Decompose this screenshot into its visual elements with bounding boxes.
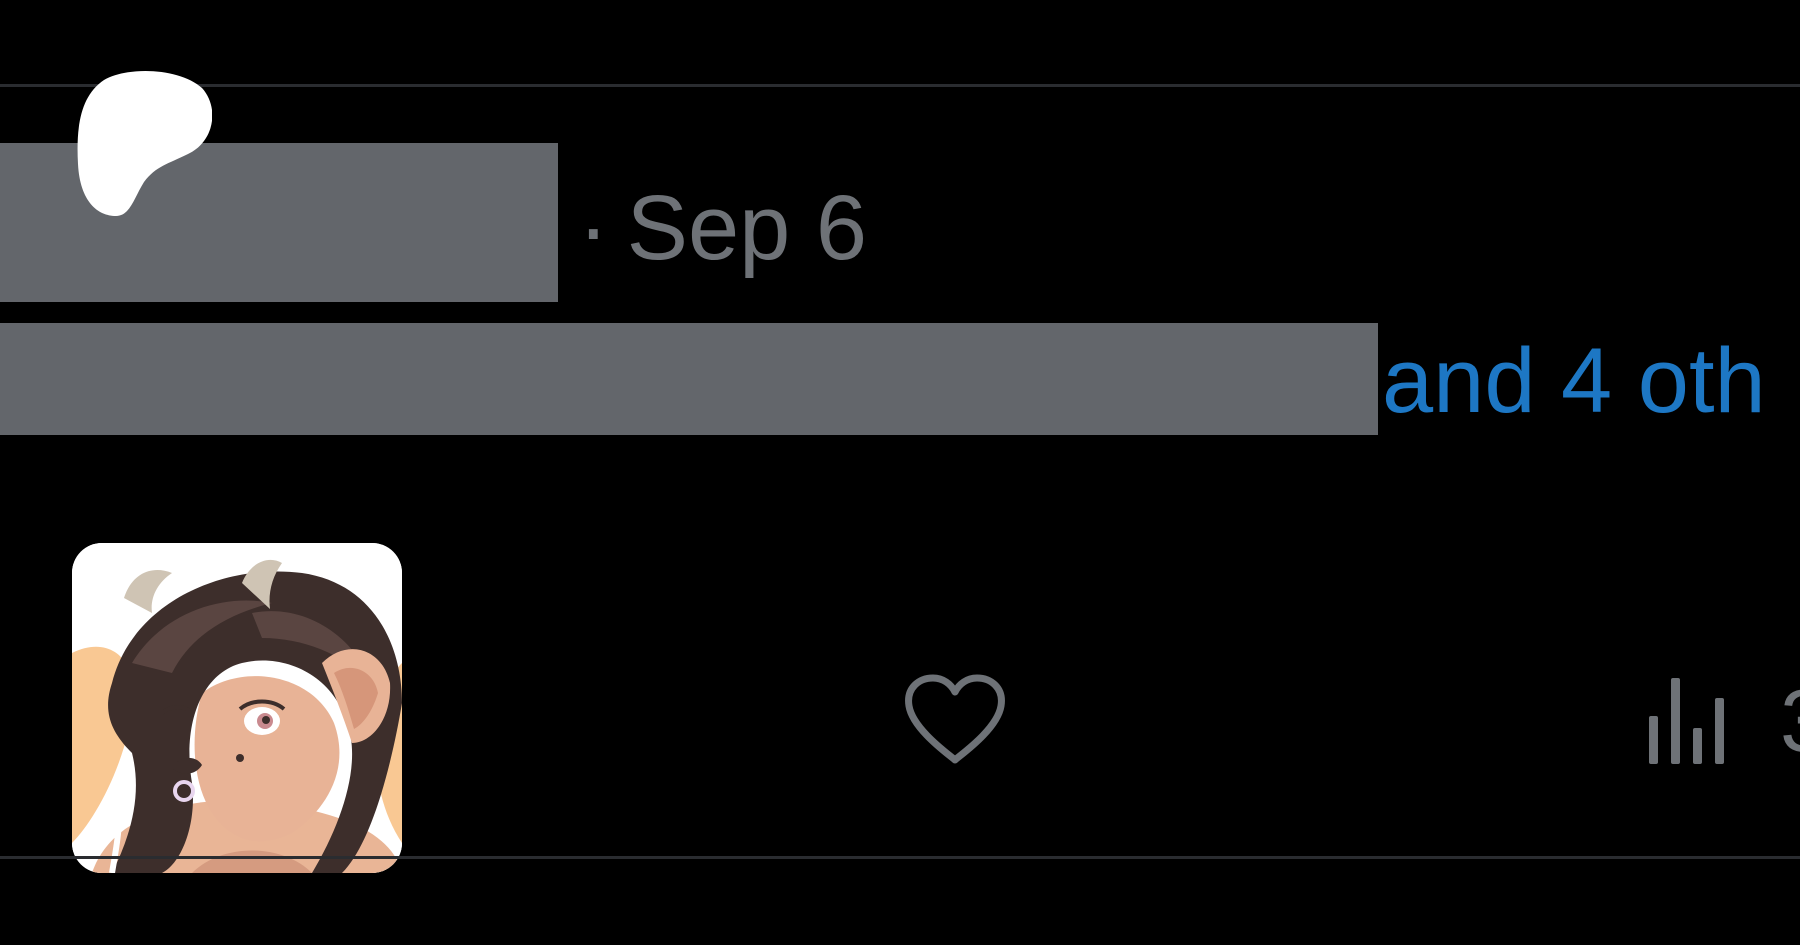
views-count: 3 bbox=[1780, 672, 1800, 770]
avatar-illustration bbox=[72, 543, 402, 873]
analytics-bars-icon bbox=[1649, 678, 1724, 764]
post-screenshot: · Sep 6 and 4 oth bbox=[0, 0, 1800, 945]
bottom-divider bbox=[0, 856, 1800, 859]
patreon-logo-icon bbox=[77, 70, 213, 216]
heart-icon bbox=[905, 674, 1005, 764]
date-separator: · bbox=[578, 177, 609, 279]
patreon-logo bbox=[76, 70, 213, 218]
reply-mention-link[interactable]: and 4 oth bbox=[1382, 326, 1766, 436]
date-text: Sep 6 bbox=[626, 177, 868, 279]
views-button[interactable] bbox=[1646, 672, 1800, 770]
top-divider bbox=[0, 84, 1800, 87]
post-date[interactable]: · Sep 6 bbox=[578, 178, 867, 278]
redacted-reply-to-line bbox=[0, 323, 1378, 435]
avatar[interactable] bbox=[72, 543, 402, 873]
like-button[interactable] bbox=[903, 674, 1007, 768]
